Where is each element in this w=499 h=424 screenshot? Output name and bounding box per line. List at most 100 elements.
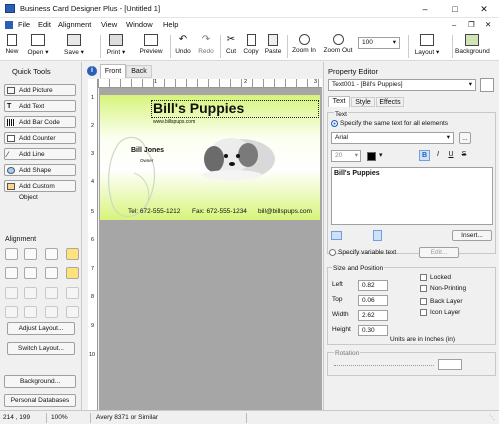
maximize-icon[interactable]: □ xyxy=(440,0,470,18)
valign-bottom-icon[interactable] xyxy=(398,230,407,241)
menu-edit[interactable]: Edit xyxy=(38,20,51,29)
card-person-role[interactable]: Owner xyxy=(140,158,153,163)
align-middle-icon[interactable] xyxy=(24,267,37,279)
add-picture-button[interactable]: Add Picture xyxy=(4,84,76,96)
valign-middle-icon[interactable] xyxy=(386,230,395,241)
mdi-close-icon[interactable]: ✕ xyxy=(485,20,491,29)
personal-databases-button[interactable]: Personal Databases xyxy=(4,394,76,407)
add-line-button[interactable]: ∕ Add Line xyxy=(4,148,76,160)
color-swatch[interactable] xyxy=(367,152,376,161)
bring-front-icon[interactable] xyxy=(66,267,79,279)
send-back-icon[interactable] xyxy=(5,306,18,318)
top-input[interactable]: 0.06 xyxy=(358,295,388,306)
width-input[interactable]: 2.62 xyxy=(358,310,388,321)
align-top-icon[interactable] xyxy=(5,267,18,279)
locked-checkbox[interactable] xyxy=(420,274,427,281)
info-icon[interactable]: i xyxy=(87,66,97,76)
rotation-input[interactable] xyxy=(438,359,462,370)
zoom-select[interactable]: 100 ▾ xyxy=(358,37,400,49)
tab-front[interactable]: Front xyxy=(100,64,126,78)
paste-button[interactable]: Paste xyxy=(263,33,283,55)
background-side-button[interactable]: Background... xyxy=(4,375,76,388)
new-button[interactable]: New xyxy=(3,33,21,55)
same-width-icon[interactable] xyxy=(45,287,58,299)
font-size-select[interactable]: 20 ▾ xyxy=(331,150,361,162)
specify-variable-radio[interactable] xyxy=(329,249,336,256)
card-fax[interactable]: Fax: 672-555-1234 xyxy=(192,208,247,215)
edit-variable-button[interactable]: Edit... xyxy=(419,247,459,258)
space-horiz-icon[interactable] xyxy=(5,287,18,299)
back-layer-checkbox[interactable] xyxy=(420,298,427,305)
copy-button[interactable]: Copy xyxy=(242,33,260,55)
strikethrough-button[interactable]: S xyxy=(459,150,469,161)
align-right-icon[interactable] xyxy=(45,248,58,260)
zoom-in-button[interactable]: Zoom In xyxy=(290,33,318,54)
puppy-photo[interactable] xyxy=(186,129,280,181)
add-bar-code-button[interactable]: Add Bar Code xyxy=(4,116,76,128)
save-button[interactable]: Save ▾ xyxy=(62,33,86,56)
tab-effects[interactable]: Effects xyxy=(376,97,404,107)
underline-button[interactable]: U xyxy=(446,150,456,161)
card-tel[interactable]: Tel: 672-555-1212 xyxy=(128,208,180,215)
resize-grip-icon[interactable]: ⋱ xyxy=(489,414,495,421)
tab-style[interactable]: Style xyxy=(351,97,375,107)
tab-back[interactable]: Back xyxy=(126,65,152,78)
same-size-icon[interactable] xyxy=(66,306,79,318)
redo-button[interactable]: ↷ Redo xyxy=(196,33,216,55)
align-left-icon[interactable] xyxy=(5,248,18,260)
align-bottom-icon[interactable] xyxy=(45,267,58,279)
switch-layout-button[interactable]: Switch Layout... xyxy=(7,342,75,355)
font-browse-button[interactable]: ... xyxy=(459,132,471,144)
cut-button[interactable]: ✂ Cut xyxy=(223,33,239,55)
mdi-minimize-icon[interactable]: – xyxy=(452,20,456,29)
object-select[interactable]: Text001 - [Bill's Puppies] ▾ xyxy=(328,79,476,91)
align-group-icon[interactable] xyxy=(66,248,79,260)
specify-same-radio[interactable] xyxy=(331,120,338,127)
preview-button[interactable]: Preview xyxy=(138,33,164,55)
icon-layer-checkbox[interactable] xyxy=(420,309,427,316)
text-content-area[interactable]: Bill's Puppies xyxy=(331,167,493,225)
undo-button[interactable]: ↶ Undo xyxy=(173,33,193,55)
menu-window[interactable]: Window xyxy=(126,20,153,29)
layout-button[interactable]: Layout ▾ xyxy=(412,33,442,56)
add-custom-object-button[interactable]: Add Custom Object xyxy=(4,180,76,201)
card-person-name[interactable]: Bill Jones xyxy=(131,147,164,154)
non-printing-checkbox[interactable] xyxy=(420,285,427,292)
print-button[interactable]: Print ▾ xyxy=(105,33,127,56)
align-left-text-icon[interactable] xyxy=(331,231,342,240)
menu-file[interactable]: File xyxy=(18,20,30,29)
adjust-layout-button[interactable]: Adjust Layout... xyxy=(7,322,75,335)
background-button[interactable]: Background xyxy=(455,33,490,55)
same-height-icon[interactable] xyxy=(66,287,79,299)
left-input[interactable]: 0.82 xyxy=(358,280,388,291)
tab-text[interactable]: Text xyxy=(328,96,350,107)
menu-help[interactable]: Help xyxy=(163,20,178,29)
add-counter-button[interactable]: Add Counter xyxy=(4,132,76,144)
card-email[interactable]: bill@billspups.com xyxy=(258,208,312,215)
mdi-restore-icon[interactable]: ❐ xyxy=(468,20,475,29)
canvas-area[interactable]: Bill's Puppies www.billspups.com Bill Jo… xyxy=(99,88,322,410)
insert-button[interactable]: Insert... xyxy=(452,230,492,241)
align-center-text-icon[interactable] xyxy=(345,231,356,240)
color-dropdown-icon[interactable]: ▾ xyxy=(379,151,383,159)
menu-view[interactable]: View xyxy=(101,20,117,29)
zoom-out-button[interactable]: Zoom Out xyxy=(322,33,354,54)
space-vert-icon[interactable] xyxy=(24,287,37,299)
align-right-text-icon[interactable] xyxy=(359,231,370,240)
card-website[interactable]: www.billspups.com xyxy=(153,119,195,125)
backward-icon[interactable] xyxy=(45,306,58,318)
close-icon[interactable]: ✕ xyxy=(469,0,499,18)
valign-top-icon[interactable] xyxy=(373,230,382,241)
bold-button[interactable]: B xyxy=(419,150,430,161)
menu-alignment[interactable]: Alignment xyxy=(58,20,91,29)
rotation-slider[interactable] xyxy=(334,363,434,366)
add-text-button[interactable]: T Add Text xyxy=(4,100,76,112)
italic-button[interactable]: I xyxy=(433,150,443,161)
business-card[interactable]: Bill's Puppies www.billspups.com Bill Jo… xyxy=(100,95,320,220)
object-list-icon[interactable] xyxy=(480,78,494,92)
minimize-icon[interactable]: – xyxy=(410,0,440,18)
add-shape-button[interactable]: Add Shape xyxy=(4,164,76,176)
align-center-icon[interactable] xyxy=(24,248,37,260)
forward-icon[interactable] xyxy=(24,306,37,318)
font-select[interactable]: Arial ▾ xyxy=(331,132,454,144)
